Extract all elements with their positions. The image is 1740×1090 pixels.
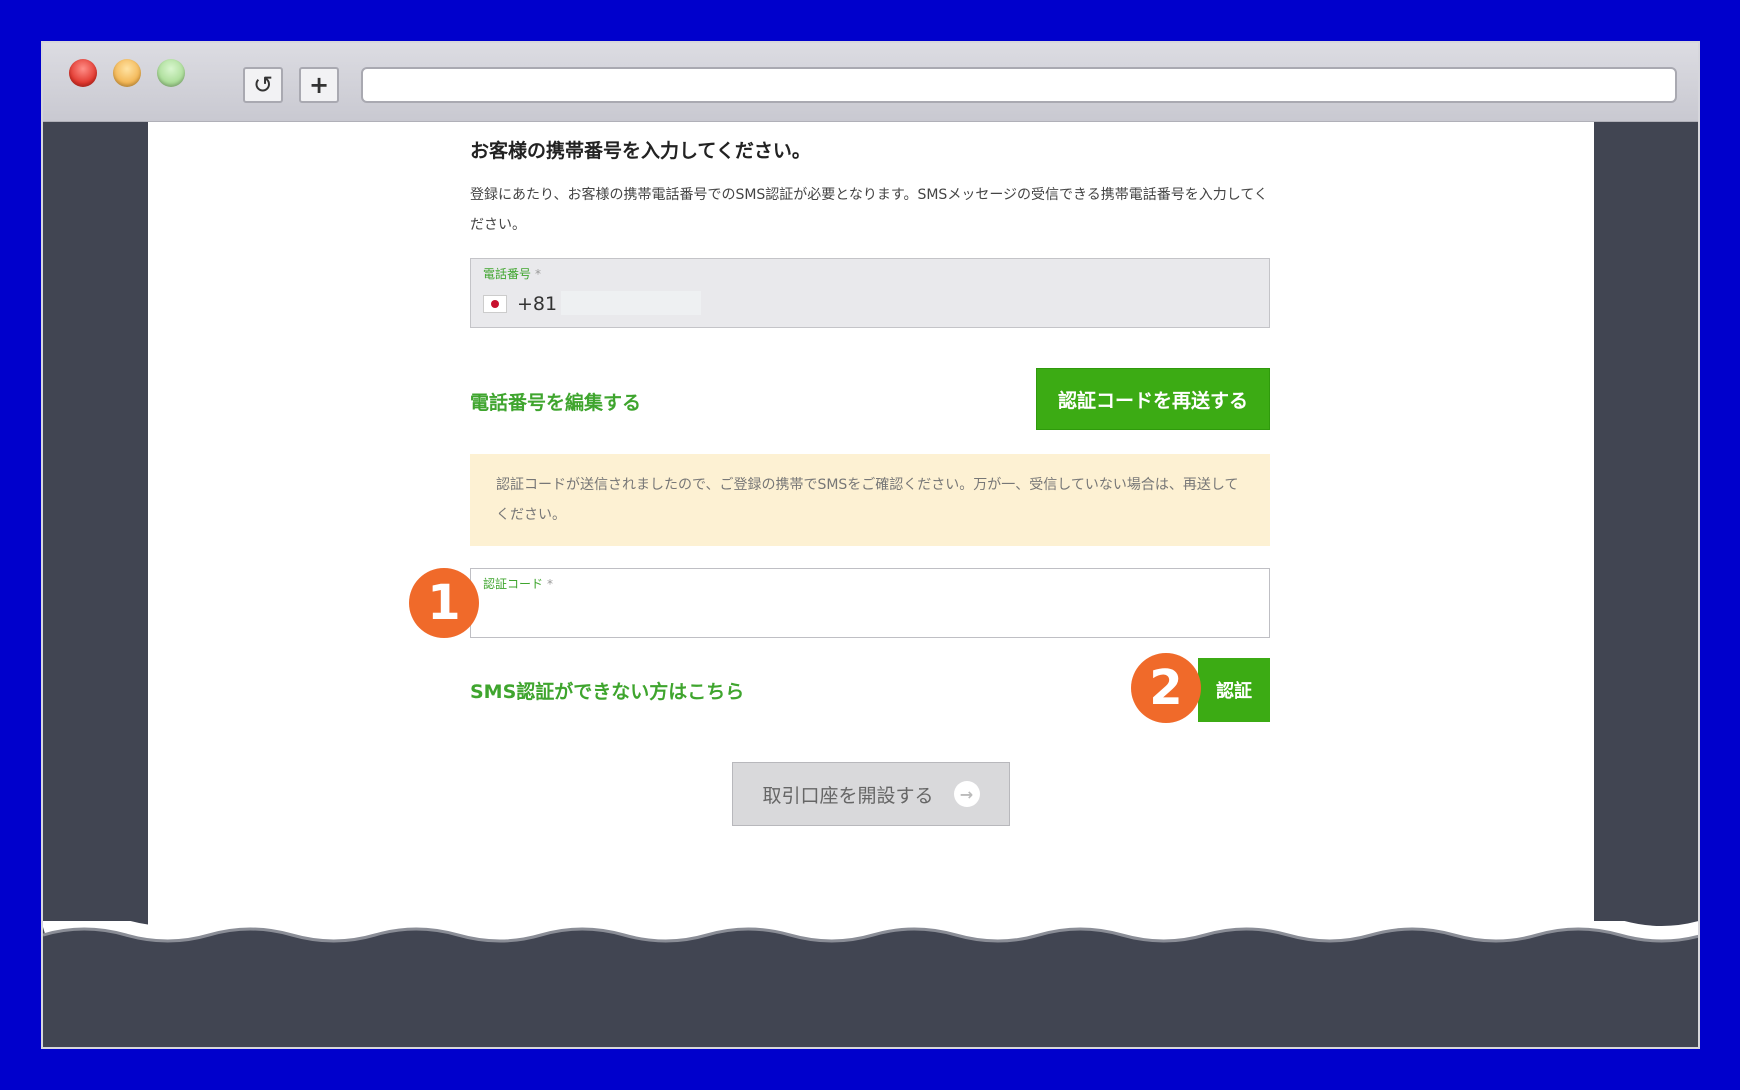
resend-code-button[interactable]: 認証コードを再送する	[1036, 368, 1270, 430]
maximize-window-button[interactable]	[157, 59, 185, 87]
verification-code-field[interactable]: 認証コード *	[470, 568, 1270, 638]
phone-number-field: 電話番号 * +81	[470, 258, 1270, 328]
edit-phone-link[interactable]: 電話番号を編集する	[470, 388, 641, 415]
required-mark: *	[547, 577, 554, 591]
code-label: 認証コード *	[483, 575, 553, 592]
close-window-button[interactable]	[69, 59, 97, 87]
step-1-badge: 1	[409, 568, 479, 638]
verify-button[interactable]: 認証	[1198, 658, 1270, 722]
step-2-badge: 2	[1131, 653, 1201, 723]
phone-label-text: 電話番号	[483, 267, 532, 281]
minimize-window-button[interactable]	[113, 59, 141, 87]
torn-edge-divider	[43, 921, 1698, 1001]
new-tab-button[interactable]: +	[299, 67, 339, 103]
phone-number-value-redacted	[561, 291, 701, 315]
required-mark: *	[535, 267, 542, 281]
code-label-text: 認証コード	[483, 577, 544, 591]
sms-help-link[interactable]: SMS認証ができない方はこちら	[470, 677, 744, 704]
arrow-right-icon: →	[953, 781, 980, 807]
reload-icon[interactable]: ↺	[243, 67, 283, 103]
open-account-label: 取引口座を開設する	[762, 784, 934, 807]
page-title: お客様の携帯番号を入力してください。	[470, 140, 811, 162]
open-account-button[interactable]: 取引口座を開設する →	[732, 762, 1010, 826]
notice-message: 認証コードが送信されましたので、ご登録の携帯でSMSをご確認ください。万が一、受…	[470, 454, 1270, 546]
page-content: お客様の携帯番号を入力してください。 登録にあたり、お客様の携帯電話番号でのSM…	[148, 122, 1594, 965]
phone-label: 電話番号 *	[483, 265, 541, 282]
address-bar[interactable]	[361, 67, 1677, 103]
verification-code-input[interactable]	[483, 599, 1257, 631]
form-description: 登録にあたり、お客様の携帯電話番号でのSMS認証が必要となります。SMSメッセー…	[470, 187, 1268, 233]
japan-flag-icon	[483, 295, 507, 313]
browser-titlebar: ↺ +	[43, 43, 1698, 122]
country-code: +81	[517, 293, 558, 315]
browser-window: ↺ + お客様の携帯番号を入力してください。 登録にあたり、お客様の携帯電話番号…	[41, 41, 1700, 1049]
